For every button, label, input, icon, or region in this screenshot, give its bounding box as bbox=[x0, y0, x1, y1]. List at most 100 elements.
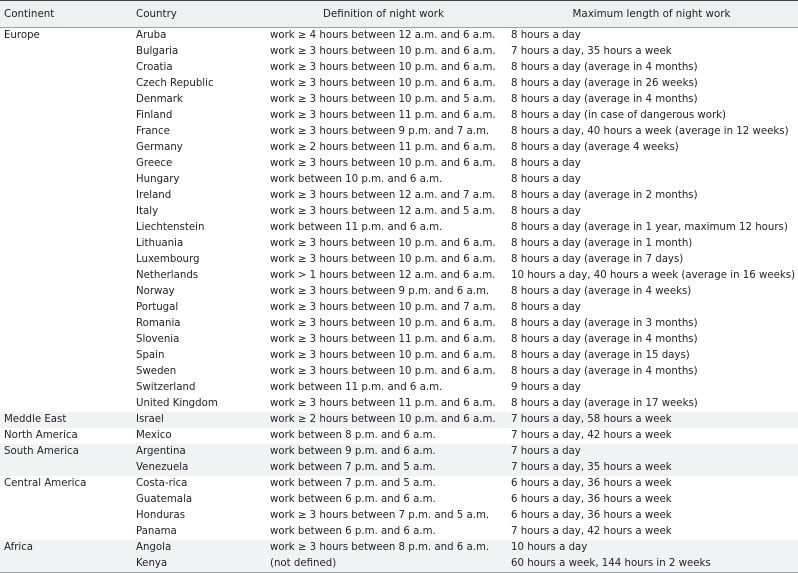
cell-definition: work between 6 p.m. and 6 a.m. bbox=[262, 524, 505, 540]
cell-country: Luxembourg bbox=[131, 252, 262, 268]
cell-definition: work ≥ 3 hours between 9 p.m. and 6 a.m. bbox=[262, 284, 505, 300]
cell-definition: work ≥ 3 hours between 10 p.m. and 6 a.m… bbox=[262, 44, 505, 60]
cell-country: Slovenia bbox=[131, 332, 262, 348]
cell-definition: work between 11 p.m. and 6 a.m. bbox=[262, 220, 505, 236]
cell-continent bbox=[0, 124, 131, 140]
cell-definition: work ≥ 3 hours between 10 p.m. and 6 a.m… bbox=[262, 76, 505, 92]
cell-maximum: 7 hours a day, 42 hours a week bbox=[505, 428, 798, 444]
cell-maximum: 6 hours a day, 36 hours a week bbox=[505, 492, 798, 508]
cell-maximum: 8 hours a day (in case of dangerous work… bbox=[505, 108, 798, 124]
cell-country: Spain bbox=[131, 348, 262, 364]
table-row: Norway work ≥ 3 hours between 9 p.m. and … bbox=[0, 284, 798, 300]
cell-continent bbox=[0, 396, 131, 412]
cell-definition: work ≥ 3 hours between 11 p.m. and 6 a.m… bbox=[262, 108, 505, 124]
cell-maximum: 6 hours a day, 36 hours a week bbox=[505, 508, 798, 524]
table-header: Continent Country Definition of night wo… bbox=[0, 0, 798, 28]
cell-country: Romania bbox=[131, 316, 262, 332]
cell-definition: work between 9 p.m. and 6 a.m. bbox=[262, 444, 505, 460]
cell-country: Venezuela bbox=[131, 460, 262, 476]
cell-continent: Africa bbox=[0, 540, 131, 556]
table-row: Finland work ≥ 3 hours between 11 p.m. an… bbox=[0, 108, 798, 124]
table-row: Ireland work ≥ 3 hours between 12 a.m. an… bbox=[0, 188, 798, 204]
table-row: Bulgaria work ≥ 3 hours between 10 p.m. a… bbox=[0, 44, 798, 60]
cell-country: Ireland bbox=[131, 188, 262, 204]
cell-maximum: 10 hours a day, 40 hours a week (average… bbox=[505, 268, 798, 284]
cell-maximum: 8 hours a day bbox=[505, 27, 798, 44]
table-row: Meddle East Israel work ≥ 2 hours between … bbox=[0, 412, 798, 428]
table-row: France work ≥ 3 hours between 9 p.m. and … bbox=[0, 124, 798, 140]
table-row: Europe Aruba work ≥ 4 hours between 12 a.m… bbox=[0, 27, 798, 44]
cell-definition: work ≥ 2 hours between 10 p.m. and 6 a.m… bbox=[262, 412, 505, 428]
column-header-maximum: Maximum length of night work bbox=[505, 0, 798, 28]
cell-country: Czech Republic bbox=[131, 76, 262, 92]
cell-country: Norway bbox=[131, 284, 262, 300]
cell-definition: work ≥ 3 hours between 11 p.m. and 6 a.m… bbox=[262, 332, 505, 348]
cell-definition: work ≥ 3 hours between 8 p.m. and 6 a.m. bbox=[262, 540, 505, 556]
cell-country: Panama bbox=[131, 524, 262, 540]
table-row: Switzerland work between 11 p.m. and 6 a.… bbox=[0, 380, 798, 396]
cell-maximum: 8 hours a day (average in 15 days) bbox=[505, 348, 798, 364]
cell-definition: work between 7 p.m. and 5 a.m. bbox=[262, 476, 505, 492]
cell-country: Kenya bbox=[131, 556, 262, 573]
table-row: Romania work ≥ 3 hours between 10 p.m. an… bbox=[0, 316, 798, 332]
cell-continent bbox=[0, 284, 131, 300]
table-row: Italy work ≥ 3 hours between 12 a.m. and … bbox=[0, 204, 798, 220]
cell-continent bbox=[0, 380, 131, 396]
cell-continent bbox=[0, 252, 131, 268]
table-body: Europe Aruba work ≥ 4 hours between 12 a.m… bbox=[0, 27, 798, 573]
cell-definition: work ≥ 3 hours between 10 p.m. and 5 a.m… bbox=[262, 92, 505, 108]
table-row: United Kingdom work ≥ 3 hours between 11 … bbox=[0, 396, 798, 412]
cell-maximum: 8 hours a day (average in 26 weeks) bbox=[505, 76, 798, 92]
cell-country: Israel bbox=[131, 412, 262, 428]
cell-definition: work ≥ 3 hours between 10 p.m. and 6 a.m… bbox=[262, 156, 505, 172]
cell-continent bbox=[0, 508, 131, 524]
cell-definition: work ≥ 3 hours between 10 p.m. and 6 a.m… bbox=[262, 364, 505, 380]
cell-country: Netherlands bbox=[131, 268, 262, 284]
table-row: Guatemala work between 6 p.m. and 6 a.m. 6… bbox=[0, 492, 798, 508]
cell-maximum: 8 hours a day (average 4 weeks) bbox=[505, 140, 798, 156]
cell-country: Costa-rica bbox=[131, 476, 262, 492]
cell-country: Italy bbox=[131, 204, 262, 220]
cell-country: Portugal bbox=[131, 300, 262, 316]
cell-definition: work between 10 p.m. and 6 a.m. bbox=[262, 172, 505, 188]
cell-continent bbox=[0, 220, 131, 236]
cell-maximum: 8 hours a day (average in 4 months) bbox=[505, 60, 798, 76]
cell-country: Denmark bbox=[131, 92, 262, 108]
cell-maximum: 8 hours a day (average in 4 months) bbox=[505, 364, 798, 380]
cell-continent bbox=[0, 348, 131, 364]
column-header-country: Country bbox=[131, 0, 262, 28]
cell-maximum: 8 hours a day (average in 3 months) bbox=[505, 316, 798, 332]
cell-continent: Europe bbox=[0, 27, 131, 44]
cell-country: Bulgaria bbox=[131, 44, 262, 60]
cell-maximum: 7 hours a day, 42 hours a week bbox=[505, 524, 798, 540]
cell-country: Angola bbox=[131, 540, 262, 556]
cell-definition: (not defined) bbox=[262, 556, 505, 573]
cell-maximum: 8 hours a day (average in 17 weeks) bbox=[505, 396, 798, 412]
cell-country: Lithuania bbox=[131, 236, 262, 252]
cell-continent bbox=[0, 268, 131, 284]
table-row: Honduras work ≥ 3 hours between 7 p.m. an… bbox=[0, 508, 798, 524]
cell-country: Guatemala bbox=[131, 492, 262, 508]
cell-maximum: 9 hours a day bbox=[505, 380, 798, 396]
cell-continent: Central America bbox=[0, 476, 131, 492]
cell-definition: work ≥ 3 hours between 10 p.m. and 6 a.m… bbox=[262, 252, 505, 268]
cell-maximum: 8 hours a day (average in 1 year, maximu… bbox=[505, 220, 798, 236]
table-row: Kenya (not defined) 60 hours a week, 144 h… bbox=[0, 556, 798, 573]
cell-country: Germany bbox=[131, 140, 262, 156]
cell-definition: work ≥ 4 hours between 12 a.m. and 6 a.m… bbox=[262, 27, 505, 44]
cell-country: Finland bbox=[131, 108, 262, 124]
table-row: Portugal work ≥ 3 hours between 10 p.m. a… bbox=[0, 300, 798, 316]
cell-continent bbox=[0, 524, 131, 540]
cell-maximum: 8 hours a day (average in 1 month) bbox=[505, 236, 798, 252]
cell-definition: work ≥ 3 hours between 12 a.m. and 7 a.m… bbox=[262, 188, 505, 204]
cell-continent bbox=[0, 236, 131, 252]
cell-continent bbox=[0, 76, 131, 92]
table-row: Central America Costa-rica work between 7 … bbox=[0, 476, 798, 492]
cell-continent bbox=[0, 492, 131, 508]
cell-country: Hungary bbox=[131, 172, 262, 188]
table-row: Africa Angola work ≥ 3 hours between 8 p.m… bbox=[0, 540, 798, 556]
cell-continent bbox=[0, 188, 131, 204]
cell-country: Greece bbox=[131, 156, 262, 172]
night-work-table: Continent Country Definition of night wo… bbox=[0, 0, 798, 573]
table-row: Germany work ≥ 2 hours between 11 p.m. an… bbox=[0, 140, 798, 156]
